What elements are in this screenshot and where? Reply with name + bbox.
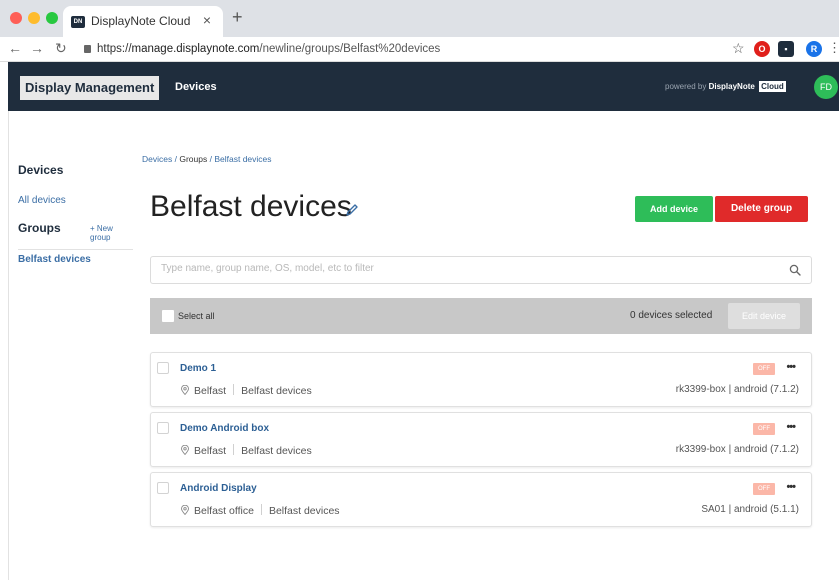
device-location-row: Belfast Belfast devices [180,384,312,397]
device-location: Belfast office [194,505,254,517]
tab-title: DisplayNote Cloud [91,14,191,28]
filter-input[interactable] [161,263,761,274]
profile-icon[interactable]: R [806,41,822,57]
address-bar: ← → ↻ https://manage.displaynote.com/new… [0,37,839,62]
more-options-icon[interactable]: ••• [786,481,796,493]
device-checkbox[interactable] [157,482,169,494]
reload-icon[interactable]: ↻ [55,40,67,57]
filter-box [150,256,812,284]
window-maximize-button[interactable] [46,12,58,24]
select-all-label[interactable]: Select all [178,311,215,321]
breadcrumb-groups[interactable]: Groups [179,154,207,164]
status-badge: OFF [753,423,775,435]
device-card[interactable]: Demo 1 Belfast Belfast devices OFF ••• rk… [150,352,812,407]
device-model: SA01 | android (5.1.1) [701,504,799,515]
bookmark-star-icon[interactable]: ☆ [732,40,745,57]
device-model: rk3399-box | android (7.1.2) [675,384,799,395]
search-icon[interactable] [789,264,801,276]
app-header: Display Management Devices powered by Di… [8,62,839,111]
sidebar-divider [18,249,133,250]
device-location-row: Belfast office Belfast devices [180,504,340,517]
location-pin-icon [181,445,189,455]
browser-tab-bar: DN DisplayNote Cloud × + [0,0,839,37]
device-card[interactable]: Demo Android box Belfast Belfast devices … [150,412,812,467]
powered-by: powered by DisplayNote Cloud [665,81,786,92]
sidebar-item-belfast-devices[interactable]: Belfast devices [18,254,91,265]
selected-count: 0 devices selected [630,310,713,321]
device-group: Belfast devices [268,505,340,517]
browser-tab[interactable]: DN DisplayNote Cloud × [63,6,223,37]
selection-bar: Select all 0 devices selected Edit devic… [150,298,812,334]
sidebar-title: Devices [18,163,64,177]
device-group: Belfast devices [241,445,312,457]
favicon-icon: DN [71,16,85,28]
delete-group-button[interactable]: Delete group [715,196,808,222]
display-management-button[interactable]: Display Management [20,76,160,100]
new-tab-icon[interactable]: + [232,7,243,28]
device-name[interactable]: Demo 1 [180,363,216,374]
device-checkbox[interactable] [157,362,169,374]
tab-close-icon[interactable]: × [203,12,211,28]
device-card[interactable]: Android Display Belfast office Belfast de… [150,472,812,527]
edit-device-button[interactable]: Edit device [728,303,800,329]
location-pin-icon [181,505,189,515]
sidebar: Devices All devices Groups + New group B… [8,111,134,580]
displaynote-extension-icon[interactable]: ▪ [778,41,794,57]
avatar[interactable]: FD [814,75,838,99]
location-pin-icon [181,385,189,395]
device-name[interactable]: Android Display [180,483,257,494]
forward-arrow-icon[interactable]: → [30,40,44,56]
device-group: Belfast devices [241,385,312,397]
select-all-checkbox[interactable] [162,310,174,322]
add-device-button[interactable]: Add device [635,196,713,222]
breadcrumb-devices[interactable]: Devices [142,154,172,164]
breadcrumb-current: Belfast devices [214,154,272,164]
sidebar-item-all-devices[interactable]: All devices [18,195,66,206]
more-options-icon[interactable]: ••• [786,421,796,433]
window-minimize-button[interactable] [28,12,40,24]
opera-extension-icon[interactable]: O [754,41,770,57]
page-title: Belfast devices [150,190,352,223]
pencil-icon[interactable] [345,203,359,217]
device-location: Belfast [194,445,227,457]
device-name[interactable]: Demo Android box [180,423,269,434]
breadcrumb: Devices / Groups / Belfast devices [142,154,272,164]
device-model: rk3399-box | android (7.1.2) [675,444,799,455]
window-close-button[interactable] [10,12,22,24]
new-group-link[interactable]: + New group [90,224,134,242]
sidebar-groups-title: Groups [18,221,61,235]
nav-devices[interactable]: Devices [175,81,217,93]
device-checkbox[interactable] [157,422,169,434]
status-badge: OFF [753,483,775,495]
device-location: Belfast [194,385,227,397]
more-options-icon[interactable]: ••• [786,361,796,373]
status-badge: OFF [753,363,775,375]
browser-menu-icon[interactable]: ⋮ [828,40,839,56]
lock-icon [84,45,91,53]
device-location-row: Belfast Belfast devices [180,444,312,457]
url-field[interactable]: https://manage.displaynote.com/newline/g… [84,39,734,59]
back-arrow-icon[interactable]: ← [8,40,22,56]
